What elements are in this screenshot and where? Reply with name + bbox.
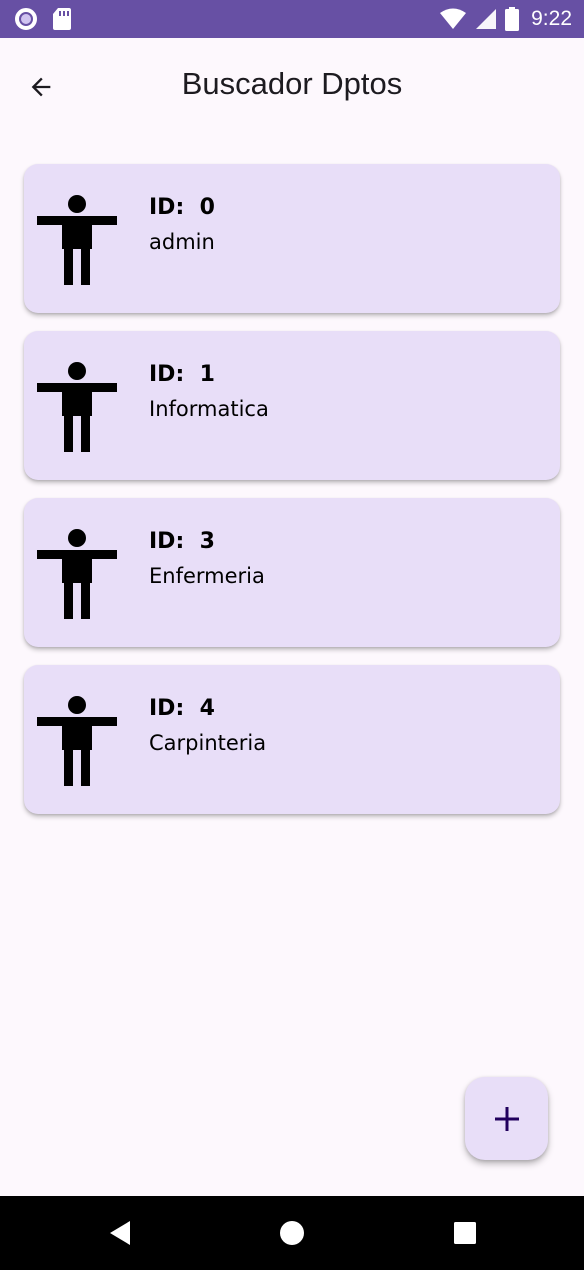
department-card[interactable]: ID: 3 Enfermeria	[24, 498, 560, 647]
plus-icon	[494, 1106, 519, 1131]
id-value: 0	[199, 195, 215, 220]
id-label: ID:	[149, 195, 185, 220]
id-label: ID:	[149, 362, 185, 387]
id-value: 1	[199, 362, 215, 387]
id-label: ID:	[149, 529, 185, 554]
department-id: ID: 0	[149, 195, 215, 220]
accessibility-person-icon	[37, 696, 117, 786]
circle-notification-icon	[15, 8, 37, 30]
department-name: Carpinteria	[149, 731, 267, 755]
home-circle-icon	[280, 1221, 304, 1245]
recents-square-icon	[454, 1222, 476, 1244]
app-bar: Buscador Dptos	[0, 38, 584, 134]
system-nav-bar	[0, 1196, 584, 1270]
accessibility-person-icon	[37, 362, 117, 452]
department-card[interactable]: ID: 1 Informatica	[24, 331, 560, 480]
nav-recents-button[interactable]	[425, 1196, 505, 1270]
back-triangle-icon	[110, 1221, 130, 1245]
id-value: 3	[199, 529, 215, 554]
accessibility-person-icon	[37, 529, 117, 619]
status-right-icons: 9:22	[439, 0, 572, 38]
signal-icon	[476, 9, 497, 29]
nav-back-button[interactable]	[80, 1196, 160, 1270]
battery-icon	[505, 7, 520, 31]
screen: 9:22 Buscador Dptos ID: 0 admin ID: 1 In…	[0, 0, 584, 1270]
accessibility-person-icon	[37, 195, 117, 285]
department-list: ID: 0 admin ID: 1 Informatica ID: 3 Enfe…	[24, 164, 560, 832]
department-id: ID: 4	[149, 696, 215, 721]
wifi-icon	[440, 8, 467, 29]
sd-card-icon	[53, 8, 71, 30]
department-card[interactable]: ID: 0 admin	[24, 164, 560, 313]
status-left-icons	[14, 7, 72, 31]
status-bar: 9:22	[0, 0, 584, 38]
status-time: 9:22	[531, 7, 572, 30]
department-name: admin	[149, 230, 215, 254]
id-value: 4	[199, 696, 215, 721]
department-id: ID: 1	[149, 362, 215, 387]
page-title: Buscador Dptos	[181, 66, 403, 101]
department-name: Enfermeria	[149, 564, 265, 588]
department-id: ID: 3	[149, 529, 215, 554]
nav-home-button[interactable]	[252, 1196, 332, 1270]
department-name: Informatica	[149, 397, 269, 421]
department-card[interactable]: ID: 4 Carpinteria	[24, 665, 560, 814]
add-department-button[interactable]	[465, 1077, 548, 1160]
id-label: ID:	[149, 696, 185, 721]
